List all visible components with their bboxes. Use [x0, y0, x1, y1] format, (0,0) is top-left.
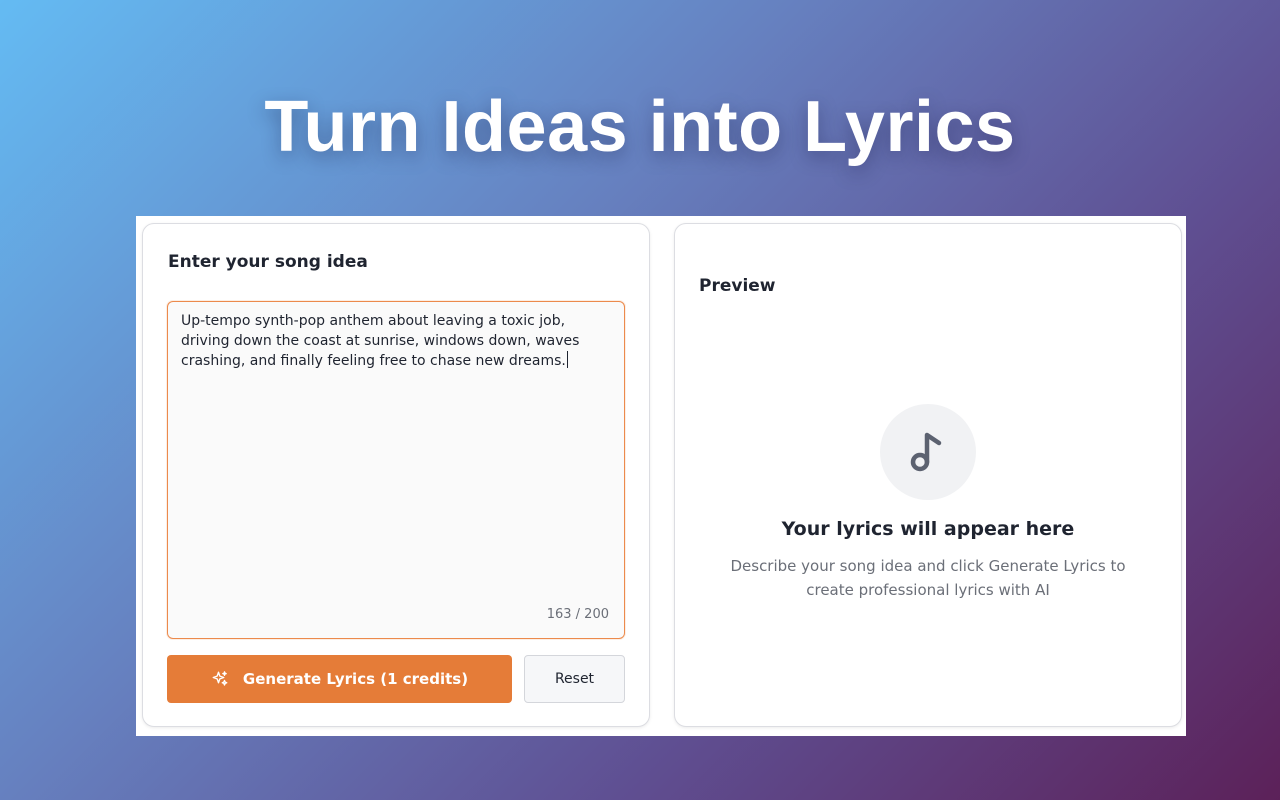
- reset-button[interactable]: Reset: [524, 655, 625, 703]
- song-idea-card: Enter your song idea Up-tempo synth-pop …: [142, 223, 650, 727]
- generate-lyrics-button[interactable]: Generate Lyrics (1 credits): [167, 655, 512, 703]
- empty-state-title: Your lyrics will appear here: [781, 518, 1075, 540]
- song-idea-textarea[interactable]: Up-tempo synth-pop anthem about leaving …: [167, 301, 625, 639]
- generate-lyrics-label: Generate Lyrics (1 credits): [242, 670, 469, 688]
- sparkles-icon: [211, 670, 229, 688]
- text-caret: [566, 351, 568, 368]
- song-idea-value: Up-tempo synth-pop anthem about leaving …: [181, 313, 580, 369]
- preview-heading: Preview: [699, 276, 776, 296]
- empty-state-description: Describe your song idea and click Genera…: [730, 557, 1126, 599]
- preview-card: Preview Your lyrics will appear here Des…: [674, 223, 1182, 727]
- hero-title: Turn Ideas into Lyrics: [264, 87, 1016, 167]
- song-idea-heading: Enter your song idea: [168, 252, 368, 272]
- music-note-icon: [880, 404, 976, 500]
- song-idea-text: Up-tempo synth-pop anthem about leaving …: [181, 311, 611, 371]
- character-counter: 163 / 200: [546, 607, 609, 622]
- app-frame: Enter your song idea Up-tempo synth-pop …: [136, 216, 1186, 736]
